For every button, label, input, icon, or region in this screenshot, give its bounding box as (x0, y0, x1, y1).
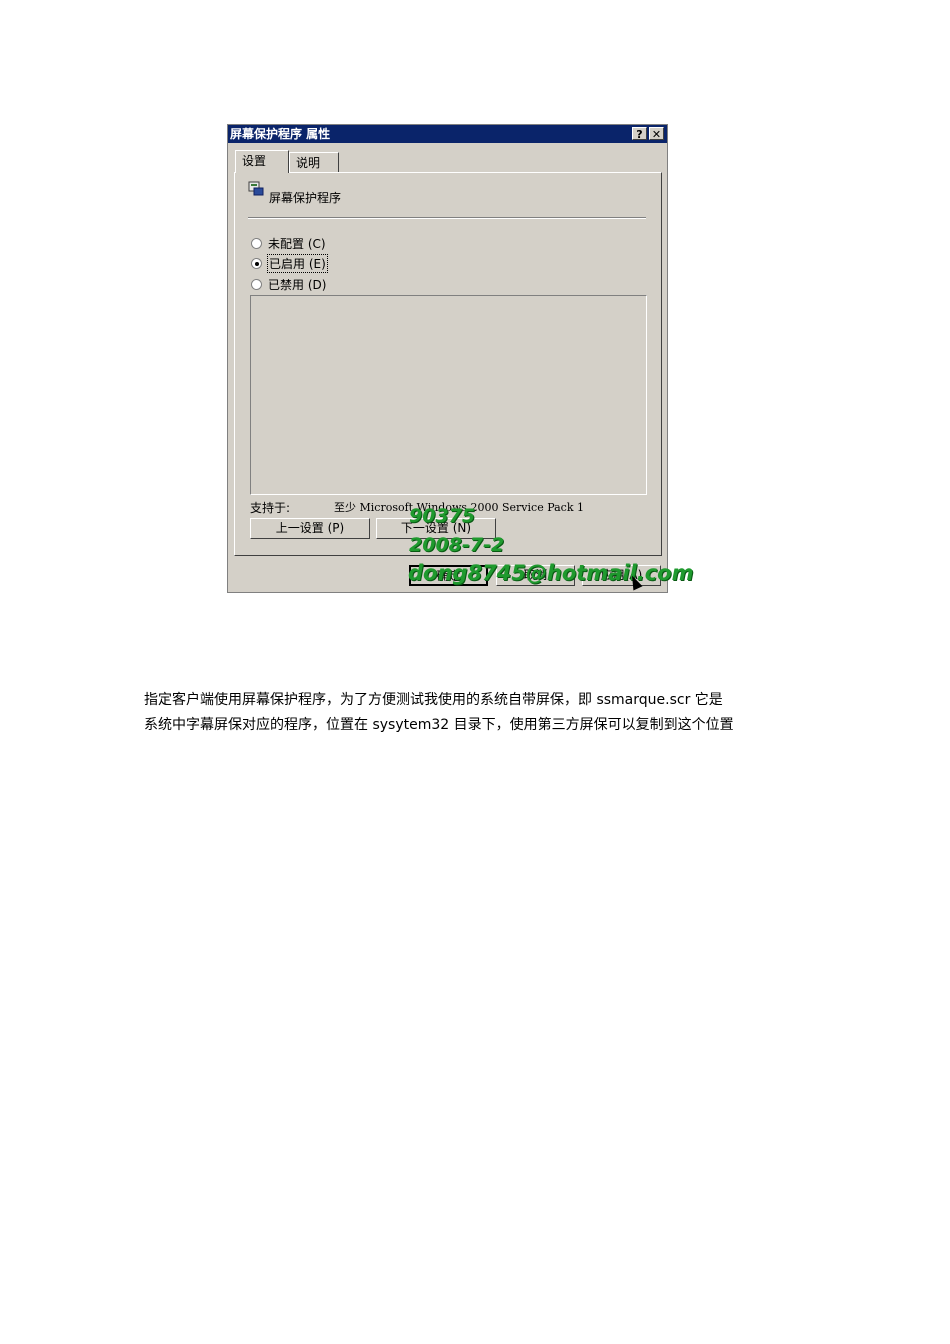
option-label: 未配置 (C) (268, 237, 326, 251)
option-label: 已启用 (E) (267, 254, 328, 273)
radio-not-configured[interactable] (251, 238, 262, 249)
option-label: 已禁用 (D) (268, 278, 327, 292)
watermark-date: 2008-7-2 (409, 534, 505, 556)
separator (248, 217, 646, 219)
description-paragraph: 指定客户端使用屏幕保护程序，为了方便测试我使用的系统自带屏保，即 ssmarqu… (144, 688, 824, 738)
supported-label: 支持于: (250, 501, 291, 515)
paragraph-line: 系统中字幕屏保对应的程序，位置在 sysytem32 目录下，使用第三方屏保可以… (144, 717, 734, 733)
dialog-title: 屏幕保护程序 属性 (230, 127, 331, 141)
option-not-configured[interactable]: 未配置 (C) (251, 235, 326, 252)
settings-textarea[interactable] (250, 295, 647, 495)
tab-settings[interactable]: 设置 (235, 150, 289, 173)
tab-description[interactable]: 说明 (289, 152, 339, 172)
paragraph-line: 指定客户端使用屏幕保护程序，为了方便测试我使用的系统自带屏保，即 ssmarqu… (144, 692, 723, 708)
option-disabled[interactable]: 已禁用 (D) (251, 276, 326, 293)
previous-setting-button[interactable]: 上一设置 (P) (250, 518, 370, 539)
watermark-email: dong8745@hotmail.com (408, 561, 694, 585)
help-icon[interactable]: ? (632, 127, 647, 141)
radio-disabled[interactable] (251, 279, 262, 290)
option-enabled[interactable]: 已启用 (E) (251, 254, 328, 273)
policy-name: 屏幕保护程序 (269, 191, 342, 205)
close-icon[interactable]: ✕ (649, 127, 664, 141)
radio-enabled[interactable] (251, 258, 262, 269)
policy-icon (248, 181, 264, 196)
dialog-titlebar[interactable]: 屏幕保护程序 属性 ? ✕ (228, 125, 667, 143)
watermark-id: 90375 (409, 505, 476, 527)
